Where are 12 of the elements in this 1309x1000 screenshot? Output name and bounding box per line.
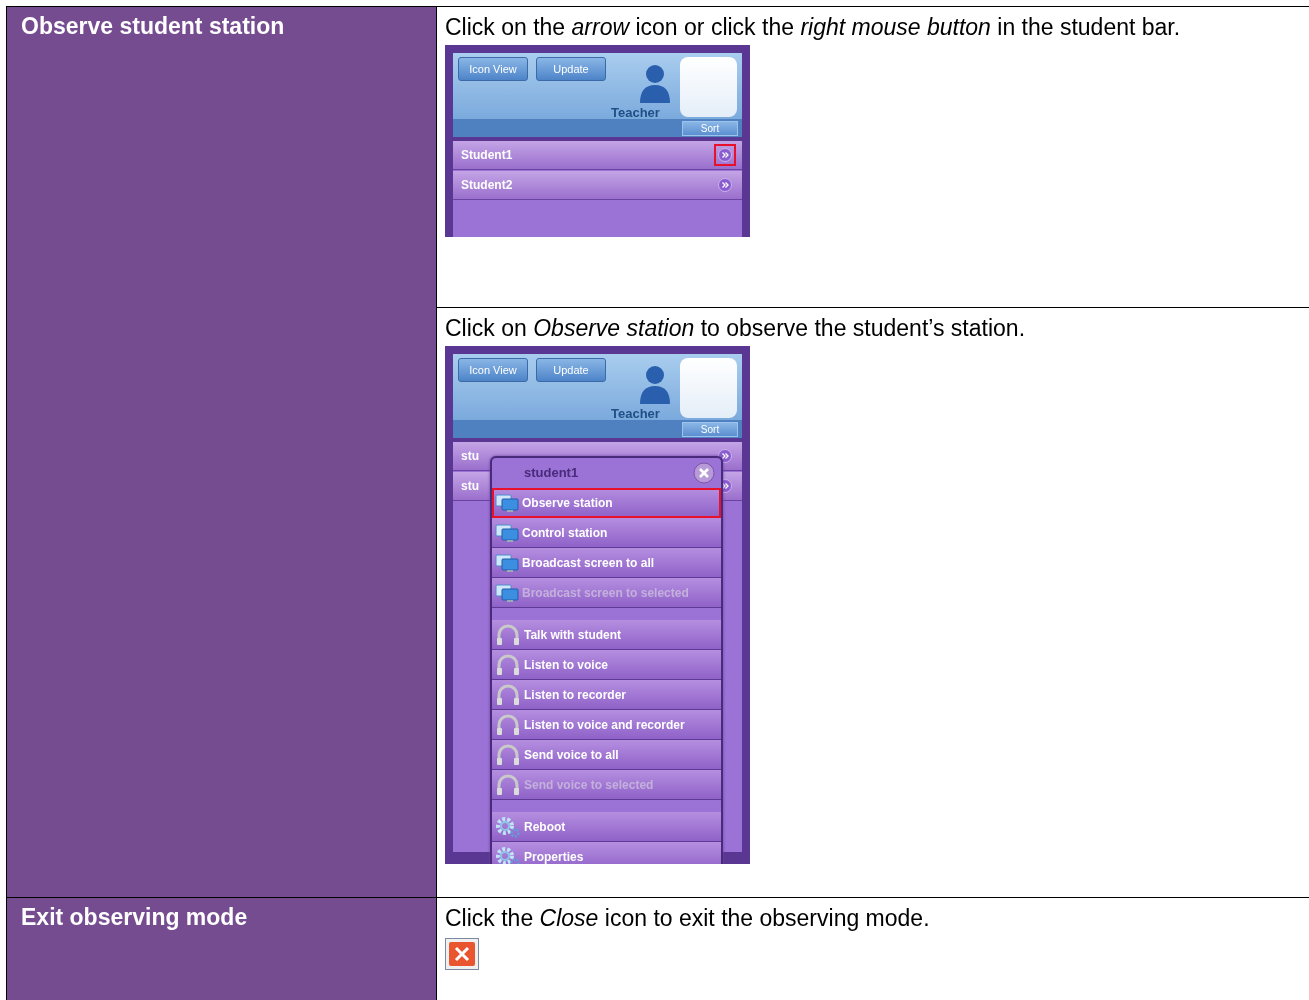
menu-title: student1 bbox=[524, 464, 579, 483]
section-heading: Exit observing mode bbox=[21, 903, 248, 932]
instruction-text: Click the Close icon to exit the observing mode. bbox=[445, 904, 931, 933]
teacher-label: Teacher bbox=[611, 104, 660, 122]
student-name: Student2 bbox=[461, 177, 513, 194]
instruction-text: Click on the arrow icon or click the right mouse button in the student bar. bbox=[445, 13, 1182, 42]
student-name: Student1 bbox=[461, 147, 513, 164]
student-name: stu bbox=[461, 478, 479, 495]
section-heading: Observe student station bbox=[21, 12, 285, 41]
instruction-text: Click on Observe station to observe the student’s station. bbox=[445, 314, 1027, 343]
student-name: stu bbox=[461, 448, 479, 465]
teacher-label: Teacher bbox=[611, 405, 660, 423]
